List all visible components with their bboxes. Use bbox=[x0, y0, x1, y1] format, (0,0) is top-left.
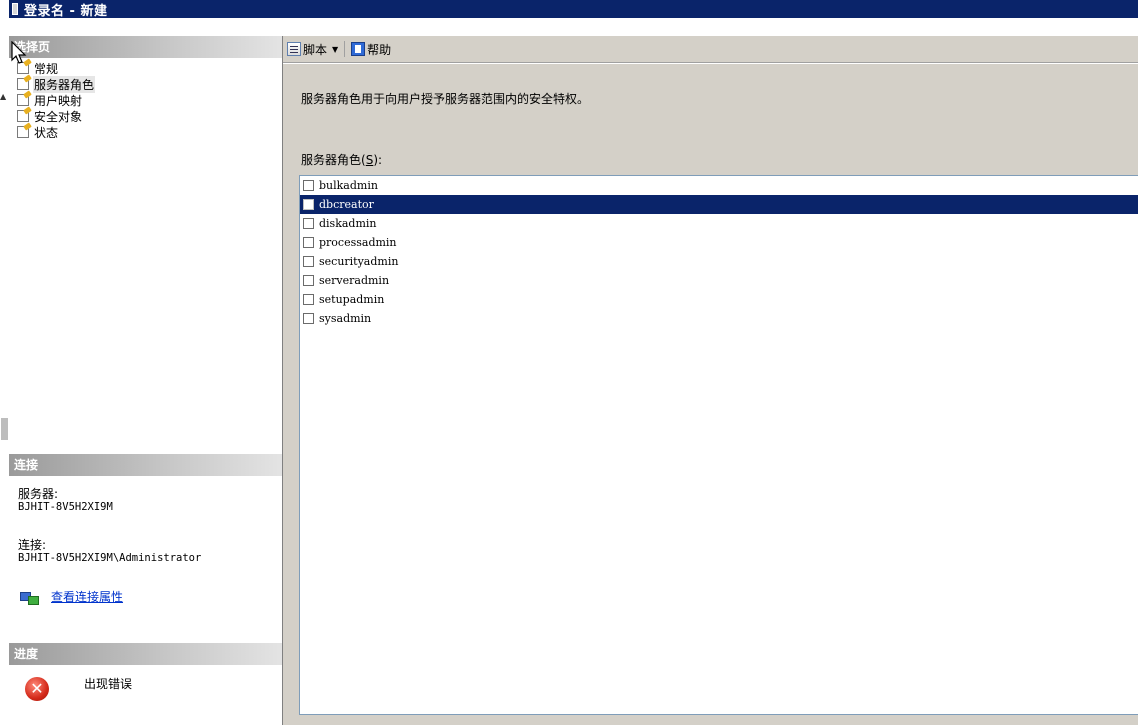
role-checkbox[interactable] bbox=[303, 180, 314, 191]
role-checkbox[interactable] bbox=[303, 313, 314, 324]
help-icon bbox=[351, 42, 366, 56]
role-checkbox[interactable] bbox=[303, 294, 314, 305]
server-value: BJHIT-8V5H2XI9M bbox=[18, 501, 113, 513]
role-checkbox[interactable] bbox=[303, 237, 314, 248]
role-name: diskadmin bbox=[319, 217, 377, 230]
server-roles-list[interactable]: bulkadmin dbcreator diskadmin processadm… bbox=[299, 175, 1138, 715]
role-name: securityadmin bbox=[319, 255, 399, 268]
page-settings-icon bbox=[17, 110, 29, 122]
role-name: serveradmin bbox=[319, 274, 390, 287]
mouse-pointer-icon bbox=[11, 41, 27, 64]
nav-item-general[interactable]: 常规 bbox=[9, 60, 282, 76]
window-icon bbox=[12, 3, 18, 15]
connection-value: BJHIT-8V5H2XI9M\Administrator bbox=[18, 552, 202, 564]
nav-item-status[interactable]: 状态 bbox=[9, 124, 282, 140]
role-name: bulkadmin bbox=[319, 179, 378, 192]
role-checkbox[interactable] bbox=[303, 218, 314, 229]
role-name: sysadmin bbox=[319, 312, 372, 325]
server-roles-label: 服务器角色(S): bbox=[301, 153, 383, 167]
progress-status-text: 出现错误 bbox=[84, 677, 133, 691]
toolbar-divider bbox=[283, 62, 1138, 64]
server-roles-description: 服务器角色用于向用户授予服务器范围内的安全特权。 bbox=[301, 92, 590, 106]
role-name: processadmin bbox=[319, 236, 397, 249]
page-settings-icon bbox=[17, 94, 29, 106]
view-connection-properties[interactable]: 查看连接属性 bbox=[18, 588, 123, 605]
page-settings-icon bbox=[17, 126, 29, 138]
role-item-securityadmin[interactable]: securityadmin bbox=[300, 252, 1138, 271]
role-name: dbcreator bbox=[319, 198, 374, 211]
select-page-header: 选择页 bbox=[9, 36, 287, 58]
connection-label: 连接: bbox=[18, 538, 47, 552]
nav-item-server-roles[interactable]: 服务器角色 bbox=[9, 75, 282, 93]
nav-item-label: 服务器角色 bbox=[33, 75, 96, 93]
left-pane: 选择页 常规 服务器角色 用户映射 安全对象 状态 连接 服务器: BJHIT-… bbox=[9, 36, 287, 725]
content-pane: 脚本 ▼ 帮助 服务器角色用于向用户授予服务器范围内的安全特权。 服务器角色(S… bbox=[283, 36, 1138, 725]
scrollbar-thumb[interactable] bbox=[1, 418, 8, 440]
role-item-dbcreator[interactable]: dbcreator bbox=[300, 195, 1138, 214]
error-icon: ✕ bbox=[25, 677, 49, 701]
page-settings-icon bbox=[17, 78, 29, 90]
toolbar-separator bbox=[344, 41, 346, 57]
nav-item-label: 安全对象 bbox=[34, 109, 83, 124]
title-bar[interactable]: 登录名 - 新建 bbox=[9, 0, 1138, 19]
role-name: setupadmin bbox=[319, 293, 385, 306]
view-connection-properties-link[interactable]: 查看连接属性 bbox=[51, 588, 123, 605]
window-title: 登录名 - 新建 bbox=[24, 3, 108, 19]
nav-item-securables[interactable]: 安全对象 bbox=[9, 108, 282, 124]
role-item-sysadmin[interactable]: sysadmin bbox=[300, 309, 1138, 328]
progress-header: 进度 bbox=[9, 643, 287, 665]
role-item-serveradmin[interactable]: serveradmin bbox=[300, 271, 1138, 290]
role-item-bulkadmin[interactable]: bulkadmin bbox=[300, 176, 1138, 195]
role-checkbox[interactable] bbox=[303, 199, 314, 210]
background-window-edge: ▲ bbox=[0, 0, 9, 725]
role-item-processadmin[interactable]: processadmin bbox=[300, 233, 1138, 252]
role-item-setupadmin[interactable]: setupadmin bbox=[300, 290, 1138, 309]
toolbar: 脚本 ▼ 帮助 bbox=[283, 36, 1138, 62]
connection-header: 连接 bbox=[9, 454, 287, 476]
scroll-up-arrow-icon[interactable]: ▲ bbox=[0, 92, 6, 101]
script-icon bbox=[287, 42, 301, 56]
script-button-label: 脚本 bbox=[303, 42, 328, 57]
role-checkbox[interactable] bbox=[303, 275, 314, 286]
chevron-down-icon[interactable]: ▼ bbox=[332, 45, 338, 54]
script-button[interactable]: 脚本 ▼ bbox=[283, 41, 342, 58]
page-nav-list: 常规 服务器角色 用户映射 安全对象 状态 bbox=[9, 60, 282, 140]
server-roles-label-text: 服务器角色 bbox=[301, 153, 362, 167]
nav-item-user-mapping[interactable]: 用户映射 bbox=[9, 92, 282, 108]
progress-panel: ✕ 出现错误 bbox=[9, 665, 282, 725]
nav-item-label: 用户映射 bbox=[34, 93, 83, 108]
server-roles-accelerator: S bbox=[365, 153, 374, 167]
connection-properties-icon bbox=[18, 590, 39, 605]
nav-item-label: 状态 bbox=[34, 125, 59, 140]
help-button-label: 帮助 bbox=[367, 42, 392, 57]
server-label: 服务器: bbox=[18, 487, 59, 501]
nav-item-label: 常规 bbox=[34, 61, 59, 76]
role-checkbox[interactable] bbox=[303, 256, 314, 267]
help-button[interactable]: 帮助 bbox=[347, 41, 395, 58]
role-item-diskadmin[interactable]: diskadmin bbox=[300, 214, 1138, 233]
login-new-window: ▲ 登录名 - 新建 选择页 常规 服务器角色 用户映射 安全对象 状态 连接 … bbox=[0, 0, 1138, 725]
connection-panel: 服务器: BJHIT-8V5H2XI9M 连接: BJHIT-8V5H2XI9M… bbox=[9, 476, 282, 643]
